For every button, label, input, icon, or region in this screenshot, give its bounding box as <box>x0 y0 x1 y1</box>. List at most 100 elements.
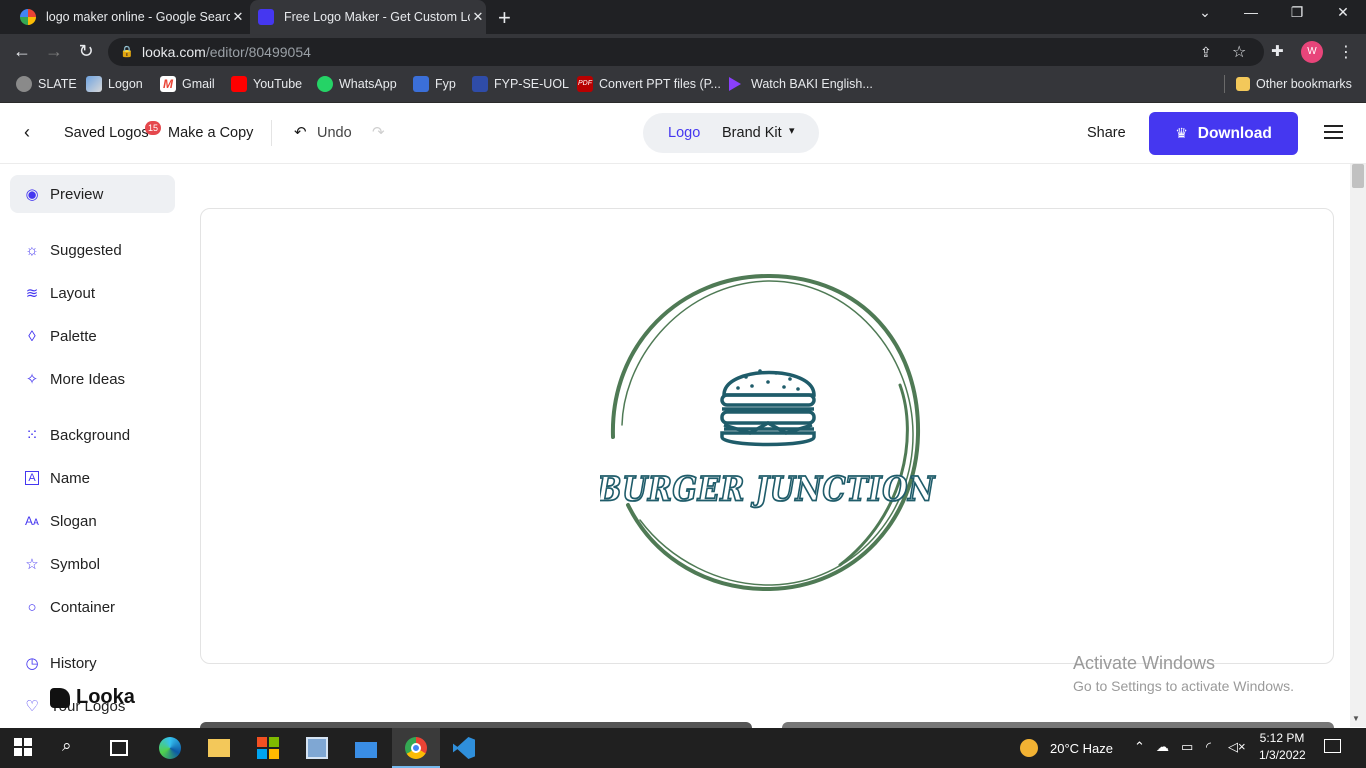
share-page-icon[interactable]: ⇪ <box>1200 44 1212 61</box>
undo-icon[interactable]: ↶ <box>294 123 307 141</box>
bookmark-divider <box>1224 75 1225 93</box>
back-icon[interactable]: ← <box>12 41 32 62</box>
sidebar-item-label: Palette <box>50 327 97 345</box>
clock[interactable]: 5:12 PM 1/3/2022 <box>1259 731 1306 762</box>
sidebar-item-preview[interactable]: ◉ Preview <box>10 175 175 213</box>
sidebar-item-more-ideas[interactable]: ✧ More Ideas <box>10 360 175 398</box>
minimize-icon[interactable]: — <box>1228 4 1274 28</box>
sidebar-item-suggested[interactable]: ☼ Suggested <box>10 231 175 269</box>
tab-brand-kit[interactable]: Brand Kit <box>722 125 782 141</box>
fyp-se-uol-icon <box>472 76 488 92</box>
sidebar-item-label: More Ideas <box>50 370 126 388</box>
url-text[interactable]: looka.com/editor/80499054 <box>142 44 311 60</box>
sidebar-item-container[interactable]: ○ Container <box>10 588 175 626</box>
sidebar-item-label: Container <box>50 598 116 616</box>
sidebar-item-label: History <box>50 654 97 672</box>
undo-button[interactable]: Undo <box>317 125 352 141</box>
redo-icon[interactable]: ↷ <box>372 123 385 141</box>
tray-chevron-icon[interactable]: ⌃ <box>1134 739 1145 755</box>
maximize-icon[interactable]: ❐ <box>1274 4 1320 28</box>
computer-icon[interactable] <box>306 737 328 759</box>
close-tab-icon[interactable]: ✕ <box>230 9 246 25</box>
close-tab-icon[interactable]: ✕ <box>470 9 486 25</box>
chrome-icon[interactable] <box>405 737 427 759</box>
lightbulb-icon: ☼ <box>25 241 39 259</box>
bookmark-star-icon[interactable]: ☆ <box>1232 42 1246 62</box>
play-icon <box>729 77 741 91</box>
hamburger-menu-icon[interactable] <box>1324 125 1343 139</box>
tab-google-search[interactable]: logo maker online - Google Search ✕ <box>8 0 246 34</box>
bookmark-convert-ppt[interactable]: PDF Convert PPT files (P... <box>577 76 721 92</box>
bookmark-slate[interactable]: SLATE <box>16 76 77 92</box>
store-icon[interactable] <box>257 737 279 759</box>
bookmark-watch-baki[interactable]: Watch BAKI English... <box>729 76 873 92</box>
pdf-icon: PDF <box>577 76 593 92</box>
chevron-down-icon[interactable]: ▾ <box>789 124 795 137</box>
folder-icon <box>1236 77 1250 91</box>
volume-muted-icon[interactable]: ◁× <box>1228 739 1246 755</box>
sidebar-item-symbol[interactable]: ☆ Symbol <box>10 545 175 583</box>
scroll-down-icon[interactable]: ▼ <box>1352 714 1360 723</box>
tab-title: Free Logo Maker - Get Custom Logo Design… <box>284 10 470 24</box>
download-button[interactable]: ♛ Download <box>1149 112 1298 155</box>
bookmark-youtube[interactable]: YouTube <box>231 76 302 92</box>
youtube-icon <box>231 76 247 92</box>
sidebar-item-history[interactable]: ◷ History <box>10 644 175 682</box>
bookmark-fyp[interactable]: Fyp <box>413 76 456 92</box>
search-icon[interactable]: ⌕ <box>62 736 84 758</box>
profile-avatar[interactable]: W <box>1301 41 1323 63</box>
page-scrollbar[interactable] <box>1350 164 1366 727</box>
slate-icon <box>16 76 32 92</box>
sidebar-item-label: Preview <box>50 185 104 203</box>
make-copy-link[interactable]: Make a Copy <box>168 125 253 141</box>
saved-count-badge: 15 <box>145 121 161 135</box>
sidebar-item-name[interactable]: A Name <box>10 459 175 497</box>
file-explorer-icon[interactable] <box>208 739 230 757</box>
looka-logo-icon <box>50 687 70 708</box>
extensions-icon[interactable]: ✚ <box>1271 42 1284 60</box>
history-icon: ◷ <box>25 655 39 672</box>
sidebar-item-slogan[interactable]: Aᴀ Slogan <box>10 502 175 540</box>
scrollbar-thumb[interactable] <box>1352 164 1364 188</box>
reload-icon[interactable]: ↻ <box>76 41 96 62</box>
logo-graphic[interactable]: BURGER JUNCTION <box>600 265 940 605</box>
bookmark-gmail[interactable]: M Gmail <box>160 76 215 92</box>
heart-icon: ♡ <box>25 698 39 715</box>
eye-icon: ◉ <box>25 186 39 203</box>
clock-time: 5:12 PM <box>1259 731 1305 745</box>
chrome-menu-icon[interactable]: ⋮ <box>1338 42 1354 62</box>
watermark-title: Activate Windows <box>1073 653 1216 673</box>
sidebar-item-background[interactable]: ⁙ Background <box>10 416 175 454</box>
sidebar-item-palette[interactable]: ◊ Palette <box>10 317 175 355</box>
sidebar-item-label: Symbol <box>50 555 101 573</box>
new-tab-button[interactable]: + <box>498 5 511 31</box>
start-button[interactable] <box>14 738 32 756</box>
sidebar-item-label: Layout <box>50 284 96 302</box>
tab-logo[interactable]: Logo <box>668 125 700 141</box>
edge-icon[interactable] <box>159 737 181 759</box>
bookmark-fyp-se-uol[interactable]: FYP-SE-UOL <box>472 76 569 92</box>
tab-looka[interactable]: Free Logo Maker - Get Custom Logo Design… <box>250 0 486 34</box>
bookmark-logon[interactable]: Logon <box>86 76 143 92</box>
gmail-icon: M <box>160 76 176 92</box>
mail-icon[interactable] <box>355 742 377 758</box>
saved-logos-link[interactable]: Saved Logos <box>64 125 149 141</box>
battery-icon[interactable]: ▭ <box>1181 739 1193 755</box>
sidebar-item-label: Name <box>50 469 91 487</box>
bookmark-other[interactable]: Other bookmarks <box>1236 76 1352 92</box>
share-button[interactable]: Share <box>1087 125 1126 141</box>
tab-title: logo maker online - Google Search <box>46 10 230 24</box>
tab-search-icon[interactable]: ⌄ <box>1182 4 1228 28</box>
task-view-icon[interactable] <box>110 740 128 756</box>
weather-text[interactable]: 20°C Haze <box>1050 741 1113 756</box>
forward-icon[interactable]: → <box>44 41 64 62</box>
lock-icon[interactable]: 🔒 <box>120 45 134 58</box>
close-window-icon[interactable]: ✕ <box>1320 4 1366 28</box>
download-label: Download <box>1197 124 1272 142</box>
onedrive-icon[interactable]: ☁ <box>1156 739 1169 755</box>
notifications-icon[interactable] <box>1324 739 1341 753</box>
network-icon[interactable]: ◜ <box>1206 739 1211 755</box>
bookmark-whatsapp[interactable]: WhatsApp <box>317 76 397 92</box>
back-arrow-icon[interactable]: ‹ <box>24 122 30 143</box>
sidebar-item-layout[interactable]: ≋ Layout <box>10 274 175 312</box>
